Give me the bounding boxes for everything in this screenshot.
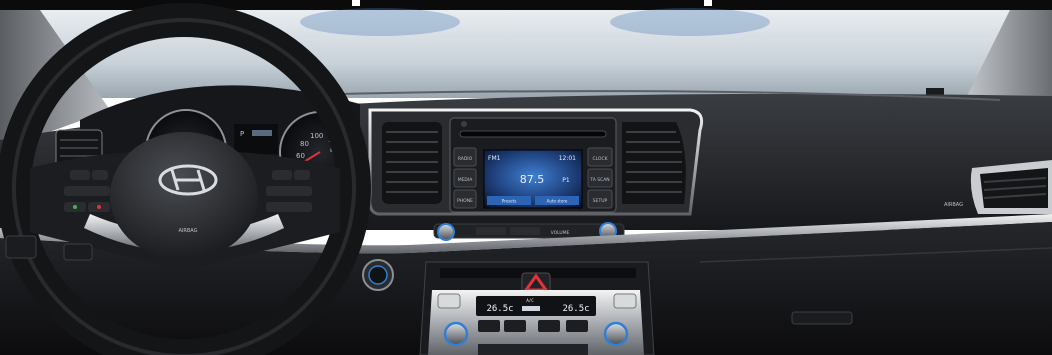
climate-right-button-top[interactable] (613, 293, 637, 309)
speed-tick-100: 100 (310, 132, 323, 140)
call-accept-icon (73, 205, 77, 209)
media-button-label: MEDIA (458, 177, 474, 183)
gear-indicator: P (240, 130, 244, 138)
ta-scan-button-label: TA SCAN (589, 177, 609, 183)
call-end-icon (97, 205, 101, 209)
glovebox-handle[interactable] (791, 311, 853, 325)
steering-left-btn-1[interactable] (70, 170, 90, 180)
frame-gap-1 (352, 0, 360, 6)
steering-airbag-label: AIRBAG (178, 228, 197, 234)
steering-right-controls (266, 170, 312, 212)
power-volume-knob[interactable] (437, 223, 455, 241)
passenger-vent (970, 160, 1052, 214)
climate-left-temp: 26.5c (486, 304, 513, 314)
radio-clock: 12:01 (559, 155, 576, 162)
setup-button-label: SETUP (593, 198, 608, 204)
lower-left-switch-2[interactable] (63, 243, 93, 261)
fan-level-indicator (522, 306, 540, 311)
presets-softkey[interactable]: Presets (487, 196, 531, 205)
cd-slot (459, 130, 607, 138)
climate-ac-label: A/C (526, 298, 534, 303)
seek-up-button[interactable] (510, 227, 540, 235)
setup-button[interactable]: SETUP (587, 189, 613, 209)
clock-button-label: CLOCK (592, 156, 608, 162)
cluster-lcd-graphic (252, 130, 272, 136)
engine-start-button[interactable] (362, 259, 394, 291)
volume-label: VOLUME (551, 230, 570, 236)
windshield-reflection (300, 8, 460, 36)
presets-softkey-label: Presets (502, 199, 517, 204)
frame-gap-2 (704, 0, 712, 6)
steering-right-btn-4[interactable] (266, 202, 312, 212)
windshield-reflection-2 (610, 8, 770, 36)
climate-btn-4[interactable] (566, 320, 588, 332)
steering-left-btn-3[interactable] (64, 186, 110, 196)
steering-right-btn-1[interactable] (272, 170, 292, 180)
radio-band: FM1 (488, 155, 501, 162)
passenger-airbag-label: AIRBAG (944, 202, 963, 208)
climate-btn-3[interactable] (538, 320, 560, 332)
climate-btn-1[interactable] (478, 320, 500, 332)
steering-right-btn-3[interactable] (266, 186, 312, 196)
dashboard-illustration: RADIO MEDIA PHONE CLOCK TA SCAN SETUP FM… (0, 0, 1052, 355)
phone-button[interactable]: PHONE (453, 189, 477, 209)
lower-left-switch-panel (5, 235, 37, 259)
steering-right-btn-2[interactable] (294, 170, 310, 180)
cluster-lcd (234, 124, 278, 154)
steering-left-btn-2[interactable] (92, 170, 108, 180)
climate-right-knob[interactable] (603, 321, 629, 347)
phone-button-label: PHONE (457, 198, 473, 204)
seek-down-button[interactable] (476, 227, 506, 235)
center-vent-left (382, 122, 442, 204)
climate-right-temp: 26.5c (562, 304, 589, 314)
radio-button-label: RADIO (458, 156, 473, 162)
dashboard-photo: RADIO MEDIA PHONE CLOCK TA SCAN SETUP FM… (0, 0, 1052, 355)
center-vent-right (622, 122, 686, 204)
eject-button[interactable] (461, 121, 467, 127)
climate-left-knob[interactable] (443, 321, 469, 347)
speed-tick-80: 80 (300, 140, 309, 148)
radio-button[interactable]: RADIO (453, 147, 477, 167)
radio-frequency: 87.5 (520, 173, 545, 186)
speed-tick-60: 60 (296, 152, 305, 160)
auto-store-softkey[interactable]: Auto store (535, 196, 579, 205)
climate-left-button-top[interactable] (437, 293, 461, 309)
climate-lower-row (478, 344, 588, 355)
steering-hub (110, 132, 258, 260)
clock-button[interactable]: CLOCK (587, 147, 613, 167)
media-button[interactable]: MEDIA (453, 168, 477, 188)
climate-btn-2[interactable] (504, 320, 526, 332)
auto-store-softkey-label: Auto store (547, 199, 568, 204)
radio-preset: P1 (562, 177, 570, 184)
ta-scan-button[interactable]: TA SCAN (587, 168, 613, 188)
